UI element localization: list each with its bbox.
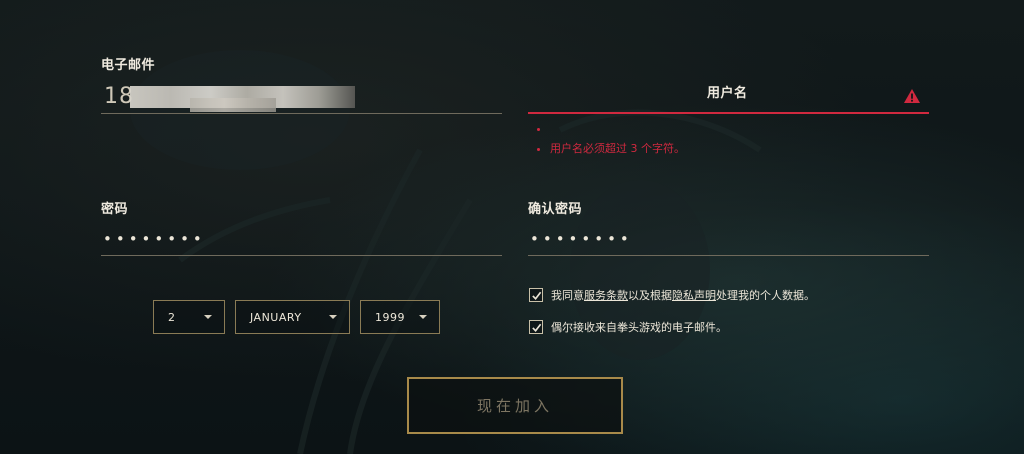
marketing-checkbox[interactable] xyxy=(529,320,543,334)
birth-day-value: 2 xyxy=(168,310,176,324)
terms-suffix: 处理我的个人数据。 xyxy=(716,289,815,302)
username-label: 用户名 xyxy=(707,86,748,101)
birth-day-select[interactable]: 2 xyxy=(153,300,225,334)
email-label: 电子邮件 xyxy=(101,58,156,73)
error-item-empty xyxy=(537,119,685,139)
terms-middle: 以及根据 xyxy=(628,289,672,302)
marketing-text: 偶尔接收来自拳头游戏的电子邮件。 xyxy=(551,321,727,334)
confirm-password-value: •••••••• xyxy=(530,230,633,248)
chevron-down-icon xyxy=(419,315,427,319)
bullet-icon xyxy=(537,127,540,131)
email-field[interactable] xyxy=(101,113,502,114)
confirm-password-label: 确认密码 xyxy=(528,202,583,217)
password-label: 密码 xyxy=(101,202,129,217)
terms-prefix: 我同意 xyxy=(551,289,584,302)
password-field[interactable] xyxy=(101,255,502,256)
birth-year-select[interactable]: 1999 xyxy=(360,300,440,334)
marketing-consent-row: 偶尔接收来自拳头游戏的电子邮件。 xyxy=(529,319,727,335)
join-now-button[interactable]: 现在加入 xyxy=(407,377,623,434)
confirm-password-field[interactable] xyxy=(528,255,929,256)
birth-month-value: JANUARY xyxy=(250,310,302,324)
chevron-down-icon xyxy=(204,315,212,319)
email-redacted-block-2 xyxy=(190,98,276,112)
terms-checkbox[interactable] xyxy=(529,288,543,302)
warning-triangle-icon xyxy=(904,89,920,103)
password-value: •••••••• xyxy=(103,230,206,248)
terms-consent-row: 我同意服务条款以及根据隐私声明处理我的个人数据。 xyxy=(529,287,815,303)
privacy-notice-link[interactable]: 隐私声明 xyxy=(672,289,716,302)
username-field[interactable] xyxy=(528,112,929,114)
chevron-down-icon xyxy=(329,315,337,319)
birth-month-select[interactable]: JANUARY xyxy=(235,300,350,334)
birth-year-value: 1999 xyxy=(375,310,405,324)
terms-of-service-link[interactable]: 服务条款 xyxy=(584,289,628,302)
bullet-icon xyxy=(537,147,540,151)
error-item-min-length: 用户名必须超过 3 个字符。 xyxy=(537,139,685,159)
check-icon xyxy=(531,291,541,300)
username-error-list: 用户名必须超过 3 个字符。 xyxy=(537,119,685,159)
check-icon xyxy=(531,323,541,332)
terms-text: 我同意服务条款以及根据隐私声明处理我的个人数据。 xyxy=(551,287,815,303)
error-text: 用户名必须超过 3 个字符。 xyxy=(550,142,685,155)
